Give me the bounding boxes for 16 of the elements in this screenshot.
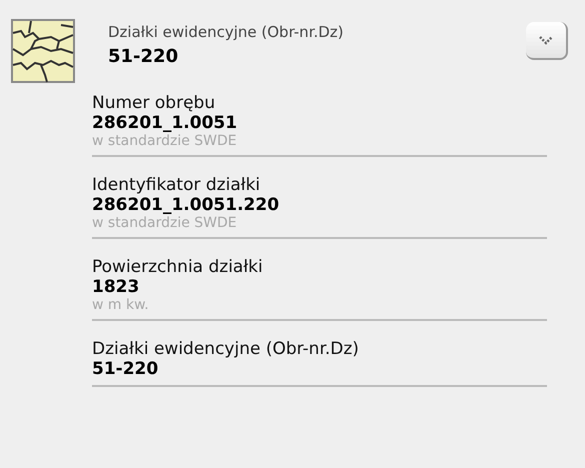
field-note: w m kw.: [92, 297, 150, 313]
field-label: Działki ewidencyjne (Obr-nr.Dz): [92, 339, 360, 359]
map-icon: [11, 19, 75, 83]
field-label: Powierzchnia działki: [92, 257, 264, 277]
chevron-icon: [538, 35, 554, 45]
parcel-title: 51-220: [108, 46, 180, 67]
field-label: Numer obrębu: [92, 93, 216, 113]
field-note: w standardzie SWDE: [92, 215, 238, 231]
field-note: w standardzie SWDE: [92, 133, 238, 149]
field-value: 286201_1.0051: [92, 113, 238, 133]
collapse-button[interactable]: [526, 22, 568, 60]
field-value: 286201_1.0051.220: [92, 195, 280, 215]
field-value: 51-220: [92, 359, 160, 379]
field-value: 1823: [92, 277, 140, 297]
field-label: Identyfikator działki: [92, 175, 262, 195]
layer-name: Działki ewidencyjne (Obr-nr.Dz): [108, 23, 345, 41]
